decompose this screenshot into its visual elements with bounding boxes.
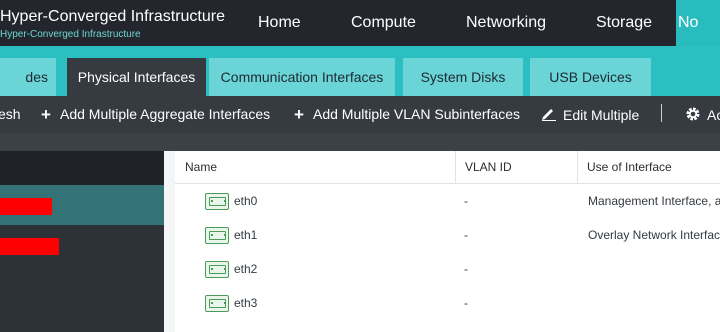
table-row[interactable]: eth0 - Management Interface, a (175, 184, 720, 218)
nav-networking[interactable]: Networking (466, 14, 546, 32)
interface-name[interactable]: eth2 (234, 252, 257, 286)
gear-icon (685, 106, 701, 124)
add-aggregate-button[interactable]: + Add Multiple Aggregate Interfaces (38, 104, 271, 124)
tab-bar: des Physical Interfaces Communication In… (0, 46, 720, 96)
interfaces-table: Name VLAN ID Use of Interface eth0 - Man… (175, 151, 720, 332)
sidebar-item-node-2[interactable] (0, 225, 164, 265)
edit-multiple-button[interactable]: Edit Multiple (541, 106, 639, 123)
column-header-use[interactable]: Use of Interface (577, 151, 672, 184)
refresh-label: esh (0, 106, 21, 122)
interface-use: Overlay Network Interfac (588, 228, 720, 242)
tab-system-disks[interactable]: System Disks (403, 58, 523, 96)
interface-name[interactable]: eth1 (234, 218, 257, 252)
plus-icon: + (41, 104, 51, 124)
toolbar-divider (661, 104, 662, 122)
app-title: Hyper-Converged Infrastructure (0, 8, 225, 25)
interface-use: Management Interface, a (588, 194, 720, 208)
top-header: Hyper-Converged Infrastructure Hyper-Con… (0, 0, 720, 46)
app-subtitle: Hyper-Converged Infrastructure (0, 29, 141, 40)
advanced-button[interactable]: Ac (685, 106, 720, 124)
table-row[interactable]: eth1 - Overlay Network Interfac (175, 218, 720, 252)
vlan-id: - (464, 194, 468, 208)
pencil-icon (541, 106, 557, 123)
add-vlan-button[interactable]: + Add Multiple VLAN Subinterfaces (291, 104, 520, 124)
ethernet-port-icon (205, 193, 229, 210)
ethernet-port-icon (205, 261, 229, 278)
nav-nodes-active[interactable]: No (676, 0, 720, 46)
column-header-name[interactable]: Name (175, 151, 217, 184)
ethernet-port-icon (205, 295, 229, 312)
vlan-id: - (464, 228, 468, 242)
tab-nodes[interactable]: des (0, 58, 56, 96)
sidebar-header (0, 151, 164, 185)
redacted-label (0, 238, 59, 255)
interface-name[interactable]: eth0 (234, 184, 257, 218)
table-row[interactable]: eth3 - (175, 286, 720, 320)
edit-multiple-label: Edit Multiple (563, 106, 640, 123)
toolbar: esh + Add Multiple Aggregate Interfaces … (0, 96, 720, 133)
table-header: Name VLAN ID Use of Interface (175, 151, 720, 184)
nav-compute[interactable]: Compute (351, 14, 416, 32)
plus-icon: + (294, 104, 304, 124)
node-sidebar (0, 151, 164, 332)
content-gap (0, 133, 720, 151)
add-aggregate-label: Add Multiple Aggregate Interfaces (60, 106, 271, 122)
vlan-id: - (464, 262, 468, 276)
table-row[interactable]: eth2 - (175, 252, 720, 286)
nav-storage[interactable]: Storage (596, 14, 652, 32)
tab-communication-interfaces[interactable]: Communication Interfaces (209, 58, 395, 96)
interface-name[interactable]: eth3 (234, 286, 257, 320)
add-vlan-label: Add Multiple VLAN Subinterfaces (313, 106, 520, 122)
tab-physical-interfaces[interactable]: Physical Interfaces (67, 58, 206, 96)
refresh-button[interactable]: esh (0, 106, 21, 122)
vlan-id: - (464, 296, 468, 310)
tab-usb-devices[interactable]: USB Devices (530, 58, 651, 96)
advanced-label: Ac (707, 107, 720, 123)
redacted-label (0, 198, 52, 215)
nav-home[interactable]: Home (258, 14, 301, 32)
ethernet-port-icon (205, 227, 229, 244)
sidebar-item-node-1[interactable] (0, 185, 164, 225)
column-header-vlan[interactable]: VLAN ID (455, 151, 512, 184)
nav-nodes-label: No (678, 14, 699, 31)
